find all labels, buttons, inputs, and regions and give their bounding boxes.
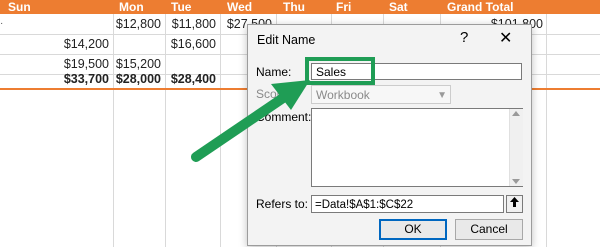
- collapse-dialog-icon-glyph: [510, 197, 519, 207]
- header-fri: Fri: [336, 0, 352, 14]
- name-label: Name:: [256, 65, 292, 79]
- grid-line: [546, 14, 547, 247]
- header-wed: Wed: [227, 0, 253, 14]
- header-thu: Thu: [283, 0, 305, 14]
- row-marker: ·: [0, 18, 4, 29]
- scope-value: Workbook: [316, 88, 370, 102]
- grid-line: [113, 14, 114, 247]
- header-grand-total: Grand Total: [447, 0, 514, 14]
- cancel-button[interactable]: Cancel: [455, 219, 523, 240]
- scope-label: Scope:: [256, 87, 294, 101]
- header-sat: Sat: [389, 0, 408, 14]
- total-cell[interactable]: $28,000: [113, 69, 161, 89]
- table-cell[interactable]: $14,200: [0, 34, 109, 54]
- comment-label: Comment:: [256, 110, 312, 124]
- header-tue: Tue: [171, 0, 192, 14]
- comment-textarea[interactable]: [311, 108, 523, 187]
- close-icon[interactable]: ✕: [499, 28, 512, 48]
- name-field-highlight: [305, 57, 375, 85]
- refers-to-label: Refers to:: [256, 197, 309, 211]
- scroll-down-icon[interactable]: [512, 179, 520, 184]
- help-icon[interactable]: ?: [460, 29, 468, 46]
- chevron-down-icon: ▼: [437, 90, 447, 101]
- refers-to-input[interactable]: =Data!$A$1:$C$22: [311, 195, 504, 213]
- comment-scrollbar[interactable]: [509, 109, 523, 186]
- table-cell[interactable]: $16,600: [165, 34, 216, 54]
- scope-select[interactable]: Workbook ▼: [311, 85, 451, 104]
- collapse-dialog-icon[interactable]: [506, 195, 523, 213]
- edit-name-dialog: Edit Name ? ✕ Name: Sales Scope: Workboo…: [247, 24, 532, 246]
- total-cell[interactable]: $33,700: [0, 69, 109, 89]
- header-row: Sun Mon Tue Wed Thu Fri Sat Grand Total: [0, 0, 600, 14]
- total-cell[interactable]: $28,400: [165, 69, 216, 89]
- header-sun: Sun: [8, 0, 31, 14]
- table-cell[interactable]: $11,800: [165, 14, 216, 34]
- ok-button[interactable]: OK: [379, 219, 447, 240]
- dialog-title: Edit Name: [257, 33, 316, 47]
- scroll-up-icon[interactable]: [512, 111, 520, 116]
- table-cell[interactable]: $12,800: [113, 14, 161, 34]
- header-mon: Mon: [119, 0, 144, 14]
